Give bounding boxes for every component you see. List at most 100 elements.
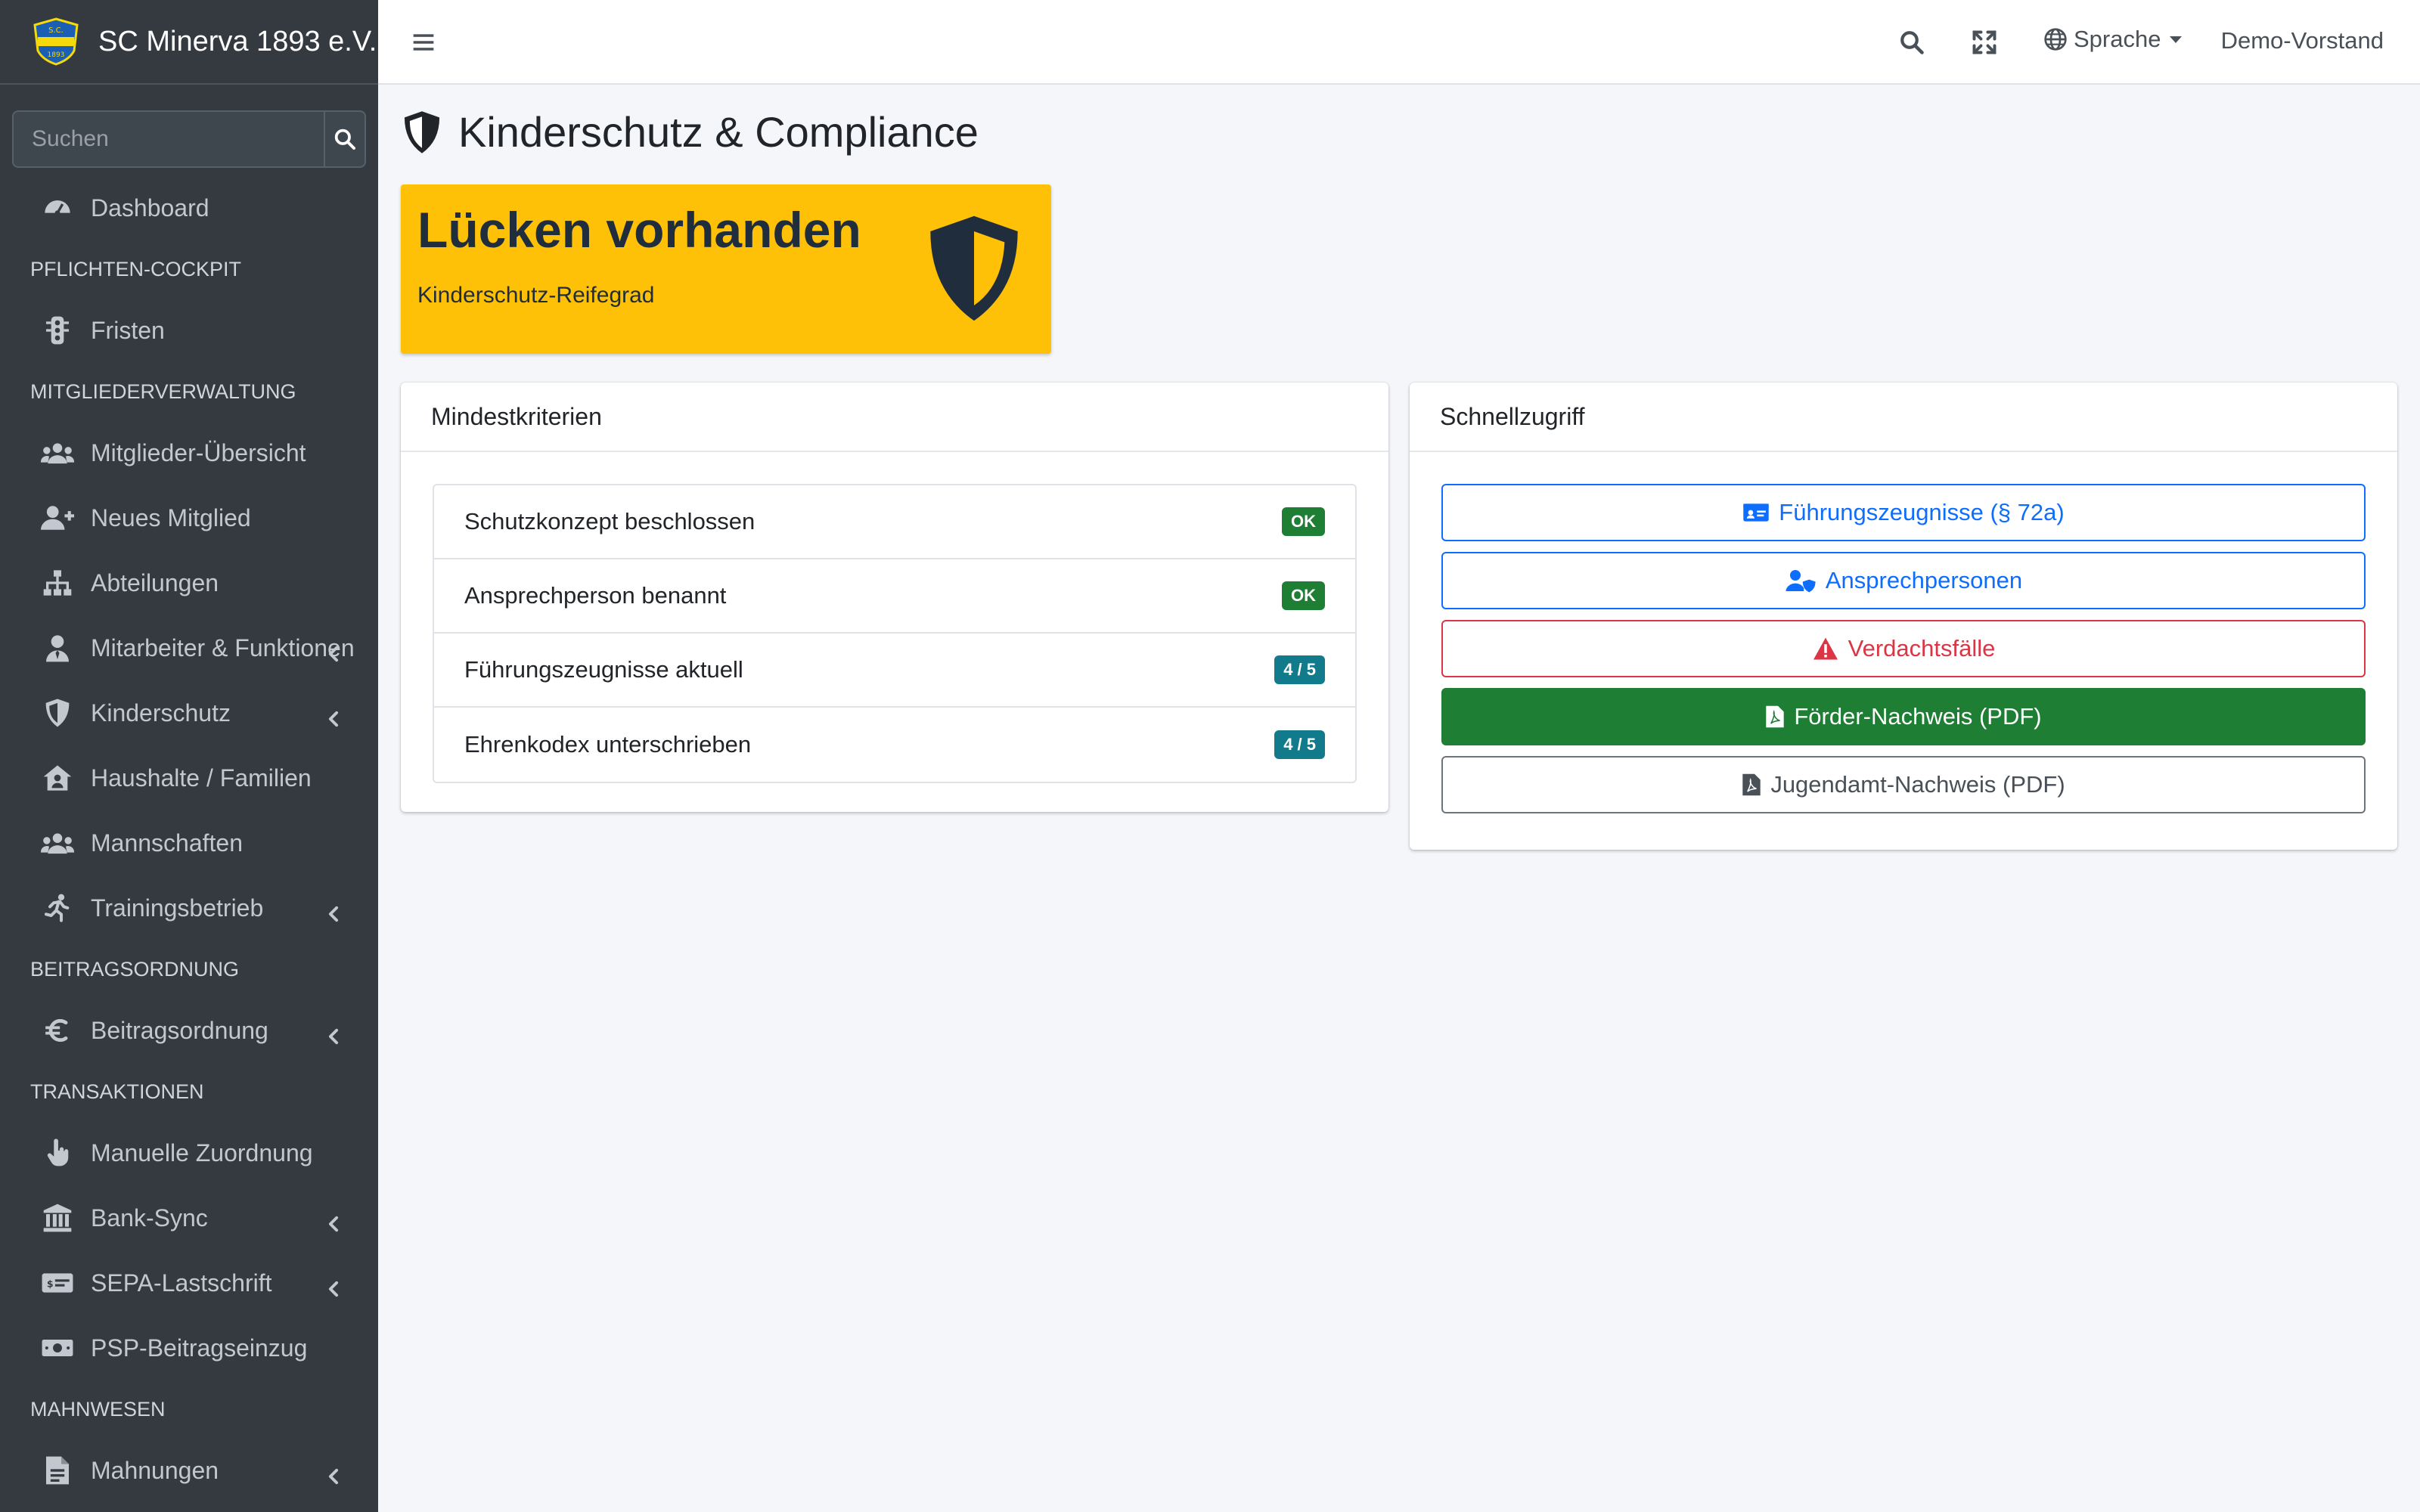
status-headline: Lücken vorhanden <box>417 202 861 258</box>
sidebar-item-kinderschutz[interactable]: Kinderschutz <box>0 680 378 745</box>
search-button[interactable] <box>324 110 366 168</box>
file-pdf-icon <box>1742 773 1770 797</box>
criteria-card-title: Mindestkriterien <box>401 383 1388 452</box>
nav-section-header: MAHNWESEN <box>30 1397 166 1421</box>
quick-button-label: Verdachtsfälle <box>1848 635 1996 662</box>
chevron-left-icon <box>328 1275 343 1297</box>
house-user-icon <box>41 761 74 795</box>
sidebar-item-psp-beitragseinzug[interactable]: PSP-Beitragseinzug <box>0 1315 378 1380</box>
page-title-text: Kinderschutz & Compliance <box>458 108 979 156</box>
traffic-light-icon <box>41 314 74 347</box>
quick-access-card-title: Schnellzugriff <box>1410 383 2397 452</box>
fullscreen-button[interactable] <box>1971 29 1998 60</box>
sidebar-item-mannschaften[interactable]: Mannschaften <box>0 810 378 875</box>
user-tie-icon <box>41 631 74 665</box>
expand-icon <box>1972 30 1996 54</box>
euro-icon <box>41 1014 74 1047</box>
top-navbar: Sprache Demo-Vorstand <box>378 0 2420 85</box>
chevron-left-icon <box>328 705 343 727</box>
money-bill-icon <box>41 1331 74 1365</box>
list-item: Schutzkonzept beschlossen OK <box>434 485 1355 559</box>
sidebar-search <box>12 110 366 168</box>
list-item: Ehrenkodex unterschrieben 4 / 5 <box>434 708 1355 782</box>
sidebar-item-label: Beitragsordnung <box>91 1016 268 1044</box>
list-item: Ansprechperson benannt OK <box>434 559 1355 634</box>
criterion-label: Schutzkonzept beschlossen <box>464 508 755 534</box>
quick-button-förder-nachweis-pdf[interactable]: Förder-Nachweis (PDF) <box>1441 688 2366 745</box>
running-icon <box>41 891 74 925</box>
sidebar-item-label: Abteilungen <box>91 569 219 596</box>
quick-button-ansprechpersonen[interactable]: Ansprechpersonen <box>1441 552 2366 609</box>
sitemap-icon <box>41 566 74 600</box>
file-alt-icon <box>41 1454 74 1487</box>
sidebar-nav: Dashboard PFLICHTEN-COCKPIT Fristen MITGLIE… <box>0 175 378 1503</box>
sidebar-item-label: Mahnungen <box>91 1456 219 1484</box>
page-title: Kinderschutz & Compliance <box>401 107 979 156</box>
sidebar-item-sepa-lastschrift[interactable]: $ SEPA-Lastschrift <box>0 1250 378 1315</box>
nav-section-header: PFLICHTEN-COCKPIT <box>30 257 242 280</box>
user-menu[interactable]: Demo-Vorstand <box>2221 27 2384 54</box>
status-badge: OK <box>1282 507 1325 536</box>
shield-icon <box>404 110 440 153</box>
user-shield-icon <box>1785 568 1826 593</box>
chevron-left-icon <box>328 640 343 662</box>
sidebar-item-mitglieder-übersicht[interactable]: Mitglieder-Übersicht <box>0 420 378 485</box>
search-icon <box>1900 31 1924 54</box>
sidebar-item-trainingsbetrieb[interactable]: Trainingsbetrieb <box>0 875 378 940</box>
status-badge: 4 / 5 <box>1274 730 1325 759</box>
user-plus-icon <box>41 501 74 534</box>
quick-button-label: Ansprechpersonen <box>1825 567 2023 593</box>
sidebar-item-label: Mannschaften <box>91 829 244 857</box>
sidebar-item-mitarbeiter-funktionen[interactable]: Mitarbeiter & Funktionen <box>0 615 378 680</box>
sidebar-item-mahnungen[interactable]: Mahnungen <box>0 1438 378 1503</box>
sidebar-item-abteilungen[interactable]: Abteilungen <box>0 550 378 615</box>
brand-name: SC Minerva 1893 e.V. <box>98 25 377 57</box>
sidebar-item-manuelle-zuordnung[interactable]: Manuelle Zuordnung <box>0 1120 378 1185</box>
nav-section-header: BEITRAGSORDNUNG <box>30 957 240 981</box>
status-badge: OK <box>1282 581 1325 610</box>
list-item: Führungszeugnisse aktuell 4 / 5 <box>434 634 1355 708</box>
sidebar-item-bank-sync[interactable]: Bank-Sync <box>0 1185 378 1250</box>
sidebar: S.C. 1893 SC Minerva 1893 e.V. Dashboard… <box>0 0 378 1512</box>
sidebar-item-label: Neues Mitglied <box>91 503 251 531</box>
hamburger-icon <box>413 34 434 51</box>
quick-button-verdachtsfälle[interactable]: Verdachtsfälle <box>1441 620 2366 677</box>
criterion-label: Ehrenkodex unterschrieben <box>464 731 752 758</box>
club-logo-icon: S.C. 1893 <box>33 17 79 66</box>
sidebar-item-label: Dashboard <box>91 194 209 222</box>
language-label: Sprache <box>2074 26 2161 52</box>
sidebar-item-dashboard[interactable]: Dashboard <box>0 175 378 240</box>
status-subtitle: Kinderschutz-Reifegrad <box>417 283 655 308</box>
sidebar-item-label: Haushalte / Familien <box>91 764 312 792</box>
sidebar-item-neues-mitglied[interactable]: Neues Mitglied <box>0 485 378 550</box>
users-icon <box>41 436 74 469</box>
sidebar-item-fristen[interactable]: Fristen <box>0 298 378 363</box>
money-check-icon: $ <box>41 1266 74 1300</box>
sidebar-item-label: Trainingsbetrieb <box>91 894 264 922</box>
brand[interactable]: S.C. 1893 SC Minerva 1893 e.V. <box>0 0 378 85</box>
sidebar-item-label: Bank-Sync <box>91 1204 208 1232</box>
tachometer-icon <box>41 191 74 225</box>
warning-icon <box>1812 637 1848 661</box>
search-input[interactable] <box>12 110 324 168</box>
navbar-search-button[interactable] <box>1898 29 1925 60</box>
status-badge: 4 / 5 <box>1274 655 1325 684</box>
maturity-status-box: Lücken vorhanden Kinderschutz-Reifegrad <box>401 184 1051 354</box>
language-dropdown[interactable]: Sprache <box>2043 26 2183 53</box>
quick-button-führungszeugnisse-72a[interactable]: Führungszeugnisse (§ 72a) <box>1441 484 2366 541</box>
svg-text:S.C.: S.C. <box>48 26 64 35</box>
nav-section-header: MITGLIEDERVERWALTUNG <box>30 380 296 403</box>
sidebar-item-label: SEPA-Lastschrift <box>91 1269 272 1297</box>
quick-button-jugendamt-nachweis-pdf[interactable]: Jugendamt-Nachweis (PDF) <box>1441 756 2366 813</box>
sidebar-item-beitragsordnung[interactable]: Beitragsordnung <box>0 998 378 1063</box>
nav-section-header: TRANSAKTIONEN <box>30 1080 204 1103</box>
users-icon <box>41 826 74 860</box>
quick-button-label: Förder-Nachweis (PDF) <box>1794 703 2042 730</box>
criterion-label: Führungszeugnisse aktuell <box>464 656 743 683</box>
sidebar-item-haushalte-familien[interactable]: Haushalte / Familien <box>0 745 378 810</box>
menu-toggle-button[interactable] <box>411 30 436 58</box>
hand-pointer-icon <box>41 1136 74 1170</box>
criterion-label: Ansprechperson benannt <box>464 582 727 609</box>
shield-icon <box>930 215 1018 321</box>
sidebar-item-label: Manuelle Zuordnung <box>91 1139 313 1167</box>
